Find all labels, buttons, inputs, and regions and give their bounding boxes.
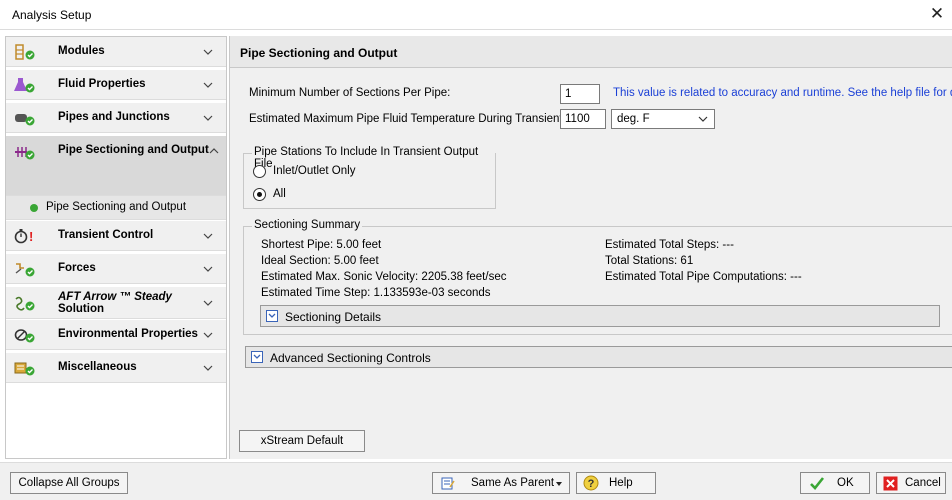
window-title: Analysis Setup bbox=[12, 8, 92, 22]
min-sections-input[interactable] bbox=[560, 84, 600, 104]
summary-shortest-pipe: Shortest Pipe: 5.00 feet bbox=[261, 239, 382, 251]
advanced-sectioning-label: Advanced Sectioning Controls bbox=[270, 351, 431, 365]
sidebar-group-label: Pipes and Junctions bbox=[58, 111, 170, 123]
close-icon[interactable]: ✕ bbox=[926, 4, 948, 26]
summary-total-stations: Total Stations: 61 bbox=[605, 255, 694, 267]
sidebar-subitem-pipe-sectioning[interactable]: Pipe Sectioning and Output bbox=[6, 196, 226, 220]
sectioning-icon bbox=[15, 147, 35, 160]
sidebar-group-steady-solution[interactable]: AFT Arrow ™ Steady Solution bbox=[6, 287, 226, 319]
xstream-default-button[interactable]: xStream Default bbox=[239, 430, 365, 452]
footer-bar: Collapse All Groups Same As Parent ? Hel… bbox=[0, 462, 952, 500]
summary-sonic-velocity: Estimated Max. Sonic Velocity: 2205.38 f… bbox=[261, 271, 507, 283]
summary-total-steps: Estimated Total Steps: --- bbox=[605, 239, 734, 251]
cancel-label: Cancel bbox=[905, 477, 941, 489]
sidebar-group-pipe-sectioning[interactable]: Pipe Sectioning and Output bbox=[6, 136, 226, 196]
chevron-down-icon bbox=[203, 266, 213, 272]
pipe-icon bbox=[15, 114, 35, 126]
summary-legend: Sectioning Summary bbox=[252, 219, 363, 231]
radio-inlet-outlet[interactable] bbox=[253, 165, 266, 178]
expand-icon bbox=[266, 310, 278, 322]
chevron-down-icon bbox=[203, 332, 213, 338]
ok-label: OK bbox=[837, 477, 854, 489]
stopwatch-icon: ! bbox=[14, 229, 33, 244]
summary-time-step: Estimated Time Step: 1.133593e-03 second… bbox=[261, 287, 491, 299]
forces-icon bbox=[15, 263, 35, 277]
min-sections-hint: This value is related to accuracy and ru… bbox=[613, 87, 952, 99]
svg-text:?: ? bbox=[588, 478, 595, 490]
sectioning-summary-group: Sectioning Summary Shortest Pipe: 5.00 f… bbox=[243, 219, 952, 335]
sidebar-group-environmental-properties[interactable]: Environmental Properties bbox=[6, 320, 226, 350]
summary-total-computations: Estimated Total Pipe Computations: --- bbox=[605, 271, 802, 283]
title-bar: Analysis Setup ✕ bbox=[0, 0, 952, 30]
main-panel: Pipe Sectioning and Output Minimum Numbe… bbox=[229, 36, 952, 459]
chevron-down-icon bbox=[203, 365, 213, 371]
svg-text:!: ! bbox=[29, 229, 33, 244]
same-as-parent-button[interactable]: Same As Parent bbox=[432, 472, 570, 494]
collapse-all-groups-button[interactable]: Collapse All Groups bbox=[10, 472, 128, 494]
help-label: Help bbox=[609, 477, 633, 489]
dropdown-arrow-icon bbox=[556, 482, 562, 486]
chevron-down-icon bbox=[698, 116, 708, 122]
panel-header: Pipe Sectioning and Output bbox=[230, 36, 952, 68]
notepad-icon bbox=[441, 477, 455, 490]
radio-all[interactable] bbox=[253, 188, 266, 201]
ok-button[interactable]: OK bbox=[800, 472, 870, 494]
min-sections-label: Minimum Number of Sections Per Pipe: bbox=[249, 87, 451, 99]
sidebar-group-label: Fluid Properties bbox=[58, 78, 146, 90]
stations-group: Pipe Stations To Include In Transient Ou… bbox=[243, 146, 496, 209]
help-button[interactable]: ? Help bbox=[576, 472, 656, 494]
modules-icon bbox=[15, 44, 35, 60]
expand-icon bbox=[251, 351, 263, 363]
sectioning-details-expander[interactable]: Sectioning Details bbox=[260, 305, 940, 327]
sidebar-group-label: AFT Arrow ™ Steady Solution bbox=[58, 291, 172, 315]
sidebar-group-pipes-and-junctions[interactable]: Pipes and Junctions bbox=[6, 103, 226, 133]
sidebar-group-label: Modules bbox=[58, 45, 105, 57]
steady-solution-icon bbox=[15, 296, 35, 311]
chevron-up-icon bbox=[209, 148, 219, 154]
max-temp-label: Estimated Maximum Pipe Fluid Temperature… bbox=[249, 113, 566, 125]
cancel-button[interactable]: Cancel bbox=[876, 472, 946, 494]
sidebar-group-forces[interactable]: Forces bbox=[6, 254, 226, 284]
sidebar-group-fluid-properties[interactable]: Fluid Properties bbox=[6, 70, 226, 100]
sidebar-group-label: Transient Control bbox=[58, 229, 154, 241]
environment-icon bbox=[14, 329, 35, 343]
sidebar-group-label: Forces bbox=[58, 262, 96, 274]
sidebar-subitem-label: Pipe Sectioning and Output bbox=[46, 201, 187, 213]
sidebar-group-label: Miscellaneous bbox=[58, 361, 137, 373]
checkmark-icon bbox=[810, 477, 825, 490]
radio-label: All bbox=[273, 188, 286, 200]
chevron-down-icon bbox=[203, 49, 213, 55]
check-icon bbox=[30, 204, 38, 212]
chevron-down-icon bbox=[203, 82, 213, 88]
sidebar-group-label: Environmental Properties bbox=[58, 328, 198, 340]
chevron-down-icon bbox=[203, 115, 213, 121]
summary-ideal-section: Ideal Section: 5.00 feet bbox=[261, 255, 379, 267]
temp-unit-select[interactable]: deg. F bbox=[611, 109, 715, 129]
chevron-down-icon bbox=[203, 233, 213, 239]
panel-title: Pipe Sectioning and Output bbox=[240, 46, 398, 60]
sidebar-group-transient-control[interactable]: ! Transient Control bbox=[6, 221, 226, 251]
max-temp-input[interactable] bbox=[560, 109, 606, 129]
flask-icon bbox=[14, 78, 35, 93]
same-as-parent-label: Same As Parent bbox=[471, 477, 555, 489]
sidebar-group-miscellaneous[interactable]: Miscellaneous bbox=[6, 353, 226, 383]
radio-label: Inlet/Outlet Only bbox=[273, 165, 356, 177]
advanced-sectioning-expander[interactable]: Advanced Sectioning Controls bbox=[245, 346, 952, 368]
cancel-x-icon bbox=[883, 476, 898, 491]
miscellaneous-icon bbox=[14, 362, 35, 376]
sidebar-group-label: Pipe Sectioning and Output bbox=[58, 144, 209, 156]
sectioning-details-label: Sectioning Details bbox=[285, 310, 382, 324]
sidebar-group-modules[interactable]: Modules bbox=[6, 37, 226, 67]
sidebar: Modules Fluid Properties Pipes and Junct… bbox=[5, 36, 227, 459]
help-icon: ? bbox=[583, 475, 599, 491]
temp-unit-value: deg. F bbox=[617, 113, 650, 125]
chevron-down-icon bbox=[203, 300, 213, 306]
